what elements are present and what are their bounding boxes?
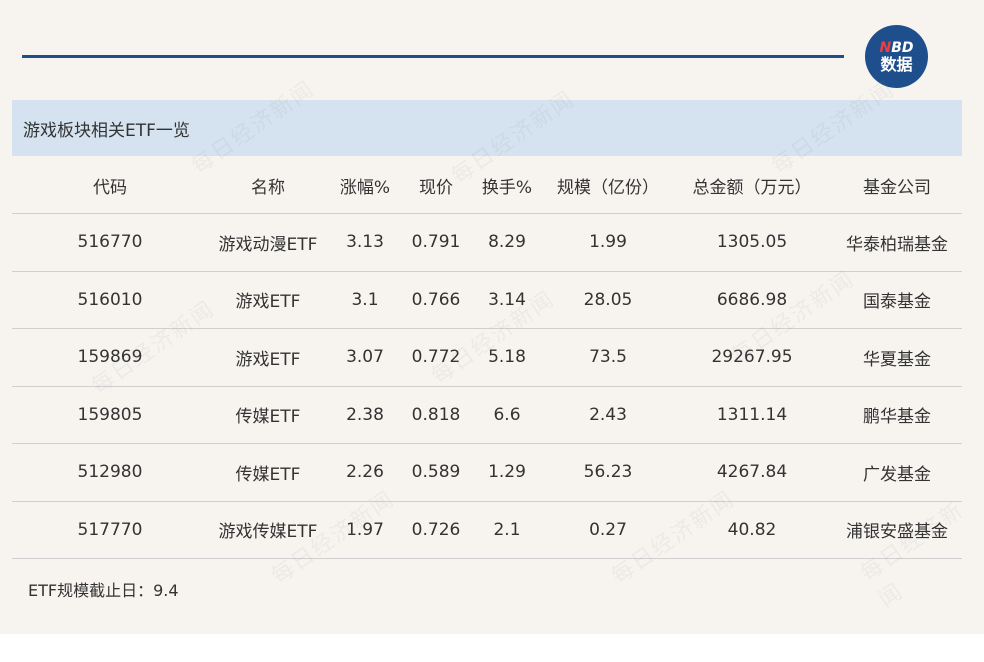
cell-price: 0.772 <box>402 328 470 387</box>
header-rule <box>22 55 844 58</box>
cell-price: 0.726 <box>402 501 470 559</box>
cell-price: 0.766 <box>402 271 470 329</box>
cell-amount: 4267.84 <box>672 443 832 502</box>
col-header-turnover: 换手% <box>470 157 544 214</box>
cell-amount: 6686.98 <box>672 271 832 329</box>
cell-turnover: 2.1 <box>470 501 544 559</box>
cell-turnover: 6.6 <box>470 386 544 444</box>
cell-scale: 73.5 <box>544 328 672 387</box>
cell-company: 广发基金 <box>832 443 962 502</box>
cell-company: 鹏华基金 <box>832 386 962 444</box>
cell-change: 1.97 <box>328 501 402 559</box>
cell-price: 0.589 <box>402 443 470 502</box>
col-header-company: 基金公司 <box>832 157 962 214</box>
cell-code: 512980 <box>12 443 208 502</box>
cell-name: 传媒ETF <box>208 443 328 502</box>
logo-text-nbd: NBD <box>879 39 914 56</box>
cell-amount: 40.82 <box>672 501 832 559</box>
cell-turnover: 1.29 <box>470 443 544 502</box>
cell-change: 3.13 <box>328 213 402 272</box>
cell-code: 516770 <box>12 213 208 272</box>
cell-company: 浦银安盛基金 <box>832 501 962 559</box>
col-header-name: 名称 <box>208 157 328 214</box>
cell-name: 游戏动漫ETF <box>208 213 328 272</box>
nbd-logo: NBD 数据 <box>865 25 928 88</box>
cell-code: 159805 <box>12 386 208 444</box>
col-header-price: 现价 <box>402 157 470 214</box>
cell-price: 0.818 <box>402 386 470 444</box>
bottom-strip <box>0 634 984 662</box>
table-row: 516010 游戏ETF 3.1 0.766 3.14 28.05 6686.98 国泰基金 <box>12 271 962 329</box>
cell-scale: 28.05 <box>544 271 672 329</box>
cell-scale: 0.27 <box>544 501 672 559</box>
cell-amount: 29267.95 <box>672 328 832 387</box>
col-header-change: 涨幅% <box>328 157 402 214</box>
table-row: 159805 传媒ETF 2.38 0.818 6.6 2.43 1311.14 鹏华基金 <box>12 386 962 444</box>
table-body: 516770 游戏动漫ETF 3.13 0.791 8.29 1.99 1305.05 华泰柏… <box>12 213 962 559</box>
table-row: 517770 游戏传媒ETF 1.97 0.726 2.1 0.27 40.82 浦银安盛基金 <box>12 501 962 559</box>
cell-code: 159869 <box>12 328 208 387</box>
cell-scale: 2.43 <box>544 386 672 444</box>
cell-change: 3.07 <box>328 328 402 387</box>
etf-table: 代码 名称 涨幅% 现价 换手% 规模（亿份） 总金额（万元） 基金公司 516… <box>12 157 962 559</box>
cell-turnover: 5.18 <box>470 328 544 387</box>
cell-scale: 56.23 <box>544 443 672 502</box>
cell-code: 517770 <box>12 501 208 559</box>
cell-amount: 1305.05 <box>672 213 832 272</box>
cell-name: 游戏传媒ETF <box>208 501 328 559</box>
table-row: 512980 传媒ETF 2.26 0.589 1.29 56.23 4267.84 广发基金 <box>12 443 962 502</box>
cell-amount: 1311.14 <box>672 386 832 444</box>
cell-company: 华泰柏瑞基金 <box>832 213 962 272</box>
cell-name: 游戏ETF <box>208 328 328 387</box>
cell-name: 传媒ETF <box>208 386 328 444</box>
table-header-row: 代码 名称 涨幅% 现价 换手% 规模（亿份） 总金额（万元） 基金公司 <box>12 157 962 214</box>
cell-turnover: 3.14 <box>470 271 544 329</box>
table-title: 游戏板块相关ETF一览 <box>23 120 190 141</box>
cell-code: 516010 <box>12 271 208 329</box>
cell-company: 国泰基金 <box>832 271 962 329</box>
cell-change: 2.38 <box>328 386 402 444</box>
table-title-bar: 游戏板块相关ETF一览 <box>12 100 962 156</box>
cell-name: 游戏ETF <box>208 271 328 329</box>
cell-change: 3.1 <box>328 271 402 329</box>
cell-company: 华夏基金 <box>832 328 962 387</box>
table-row: 516770 游戏动漫ETF 3.13 0.791 8.29 1.99 1305.05 华泰柏… <box>12 213 962 272</box>
cell-scale: 1.99 <box>544 213 672 272</box>
logo-text-data: 数据 <box>880 54 913 74</box>
cell-turnover: 8.29 <box>470 213 544 272</box>
col-header-code: 代码 <box>12 157 208 214</box>
col-header-amount: 总金额（万元） <box>672 157 832 214</box>
table-row: 159869 游戏ETF 3.07 0.772 5.18 73.5 29267.95 华夏基金 <box>12 328 962 387</box>
cell-price: 0.791 <box>402 213 470 272</box>
cell-change: 2.26 <box>328 443 402 502</box>
footnote: ETF规模截止日：9.4 <box>28 581 179 600</box>
col-header-scale: 规模（亿份） <box>544 157 672 214</box>
